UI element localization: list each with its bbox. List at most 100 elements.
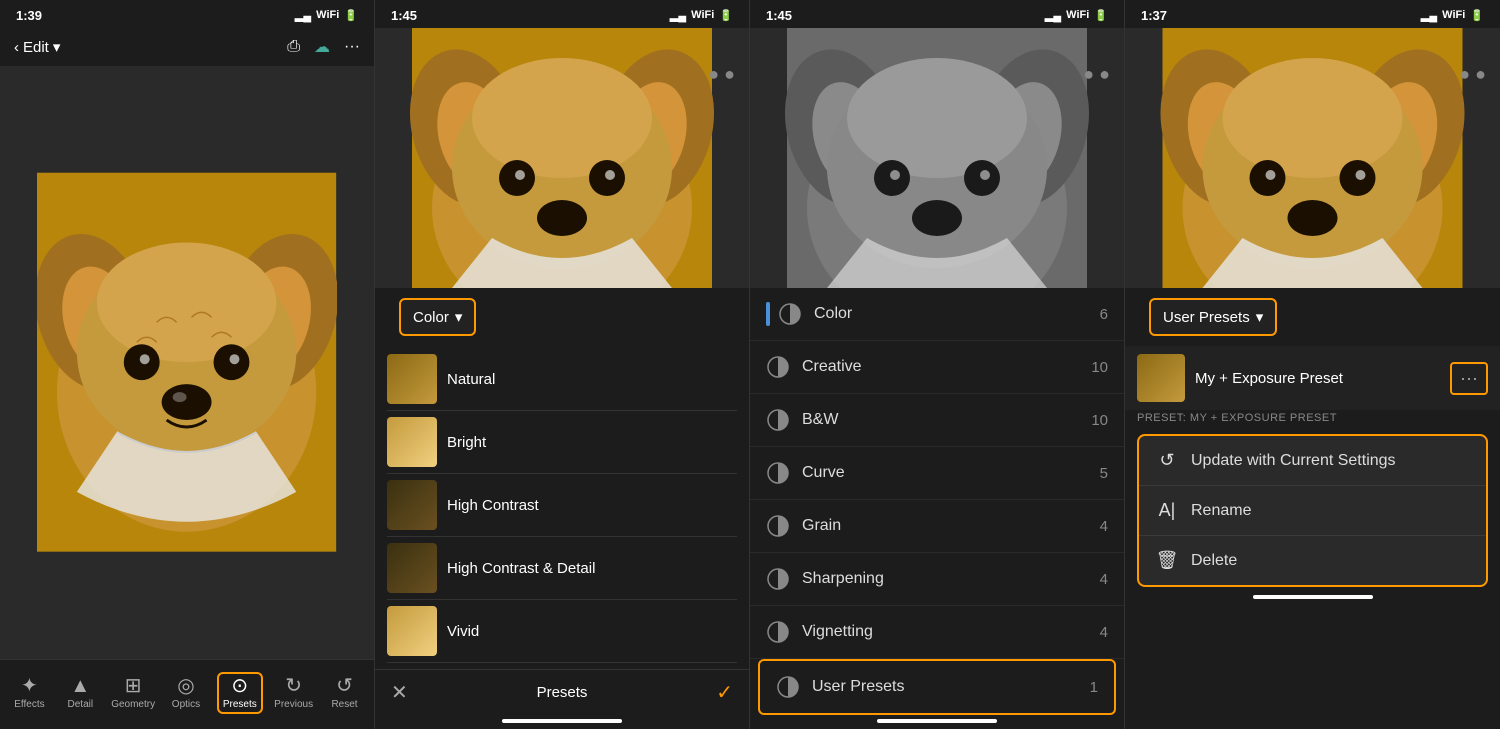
preset-thumb-hcd [387,543,437,593]
photo-area-1 [0,66,374,659]
category-left-color: Color [766,302,852,326]
back-icon[interactable]: ‹ [14,39,19,56]
delete-label: Delete [1191,552,1237,570]
user-presets-section: User Presets ▾ [1125,288,1500,346]
category-item-user-presets[interactable]: User Presets 1 [758,659,1116,715]
photo-area-4: ● ● [1125,28,1500,288]
context-menu-item-delete[interactable]: 🗑 Delete [1139,536,1486,585]
preset-label: PRESET: MY + EXPOSURE PRESET [1125,410,1500,430]
context-menu-item-rename[interactable]: A| Rename [1139,486,1486,536]
color-category-icon [778,302,802,326]
share-icon[interactable]: ⎙ [287,38,300,56]
panel-2: 1:45 ▂▄ WiFi 🔋 ● ● Color [375,0,750,729]
list-item[interactable]: Natural [387,348,737,411]
color-dropdown[interactable]: Color ▾ [399,298,476,336]
chevron-icon: ▾ [53,38,61,56]
photo-area-3: ● ● [750,28,1124,288]
category-item-color[interactable]: Color 6 [750,288,1124,341]
time-4: 1:37 [1141,8,1167,23]
sharpening-category-icon [766,567,790,591]
list-item[interactable]: High Contrast [387,474,737,537]
status-icons-2: ▂▄ WiFi 🔋 [670,9,733,22]
category-item-sharpening[interactable]: Sharpening 4 [750,553,1124,606]
category-name-user-presets: User Presets [812,678,904,696]
geometry-label: Geometry [111,699,155,710]
category-count-vignetting: 4 [1100,624,1108,641]
preset-name-highcontrast: High Contrast [447,497,539,514]
top-dots-4: ● ● [1459,64,1486,85]
optics-label: Optics [172,699,200,710]
list-item[interactable]: High Contrast & Detail [387,537,737,600]
category-item-creative[interactable]: Creative 10 [750,341,1124,394]
category-list: Color 6 Creative 10 B&W 10 [750,288,1124,715]
presets-label: Presets [223,699,257,710]
update-icon: ↺ [1155,450,1179,471]
tool-effects[interactable]: ✦ Effects [9,676,49,710]
list-item[interactable]: Vivid [387,600,737,663]
optics-icon: ◎ [177,676,194,696]
category-name-vignetting: Vignetting [802,623,873,641]
dog-photo-1 [37,125,336,599]
user-presets-category-icon [776,675,800,699]
category-count-sharpening: 4 [1100,571,1108,588]
more-icon[interactable]: ··· [344,38,360,56]
back-edit[interactable]: ‹ Edit ▾ [14,38,60,56]
tool-reset[interactable]: ↺ Reset [325,676,365,710]
preset-list: Natural Bright High Contrast High Contra… [375,348,749,669]
category-count-grain: 4 [1100,518,1108,535]
user-presets-dropdown[interactable]: User Presets ▾ [1149,298,1277,336]
context-menu-item-update[interactable]: ↺ Update with Current Settings [1139,436,1486,486]
category-name-grain: Grain [802,517,841,535]
right-icons-1: ⎙ ☁ ··· [287,37,360,57]
category-name-bw: B&W [802,411,838,429]
update-label: Update with Current Settings [1191,452,1396,470]
user-preset-name: My + Exposure Preset [1195,370,1440,387]
tool-optics[interactable]: ◎ Optics [166,676,206,710]
category-count-creative: 10 [1091,359,1108,376]
rename-icon: A| [1155,500,1179,521]
confirm-button[interactable]: ✓ [716,680,733,705]
geometry-icon: ⊞ [125,676,142,696]
top-dots-2: ● ● [708,64,735,85]
preset-footer: ✕ Presets ✓ [375,669,749,715]
previous-icon: ↻ [285,676,302,696]
panel-4: 1:37 ▂▄ WiFi 🔋 ● ● User Pres [1125,0,1500,729]
cancel-button[interactable]: ✕ [391,680,408,705]
preset-thumb-vivid [387,606,437,656]
category-name-creative: Creative [802,358,862,376]
cloud-icon[interactable]: ☁ [314,37,330,57]
category-count-user-presets: 1 [1090,679,1098,696]
category-item-grain[interactable]: Grain 4 [750,500,1124,553]
edit-label[interactable]: Edit [23,39,49,56]
user-preset-row[interactable]: My + Exposure Preset ··· [1125,346,1500,410]
creative-category-icon [766,355,790,379]
category-item-bw[interactable]: B&W 10 [750,394,1124,447]
user-presets-chevron-icon: ▾ [1256,308,1264,326]
category-name-color: Color [814,305,852,323]
presets-icon: ⊙ [231,676,248,696]
reset-icon: ↺ [336,676,353,696]
panel-3: 1:45 ▂▄ WiFi 🔋 ● ● [750,0,1125,729]
user-preset-thumbnail [1137,354,1185,402]
home-indicator-3 [877,719,997,723]
preset-label-text: PRESET: MY + EXPOSURE PRESET [1137,412,1337,424]
status-icons-3: ▂▄ WiFi 🔋 [1045,9,1108,22]
previous-label: Previous [274,699,313,710]
grain-category-icon [766,514,790,538]
tool-geometry[interactable]: ⊞ Geometry [111,676,155,710]
category-name-curve: Curve [802,464,845,482]
tool-presets[interactable]: ⊙ Presets [217,672,263,714]
list-item[interactable]: Bright [387,411,737,474]
category-item-vignetting[interactable]: Vignetting 4 [750,606,1124,659]
home-indicator-4 [1253,595,1373,599]
preset-name-hcd: High Contrast & Detail [447,560,595,577]
detail-label: Detail [68,699,94,710]
category-item-curve[interactable]: Curve 5 [750,447,1124,500]
status-icons-1: ▂▄ WiFi 🔋 [295,9,358,22]
tool-previous[interactable]: ↻ Previous [274,676,314,710]
user-preset-more-button[interactable]: ··· [1450,362,1488,395]
category-left-bw: B&W [766,408,838,432]
detail-icon: ▲ [70,676,90,696]
tool-detail[interactable]: ▲ Detail [60,676,100,710]
bottom-toolbar-1: ✦ Effects ▲ Detail ⊞ Geometry ◎ Optics ⊙… [0,659,374,729]
